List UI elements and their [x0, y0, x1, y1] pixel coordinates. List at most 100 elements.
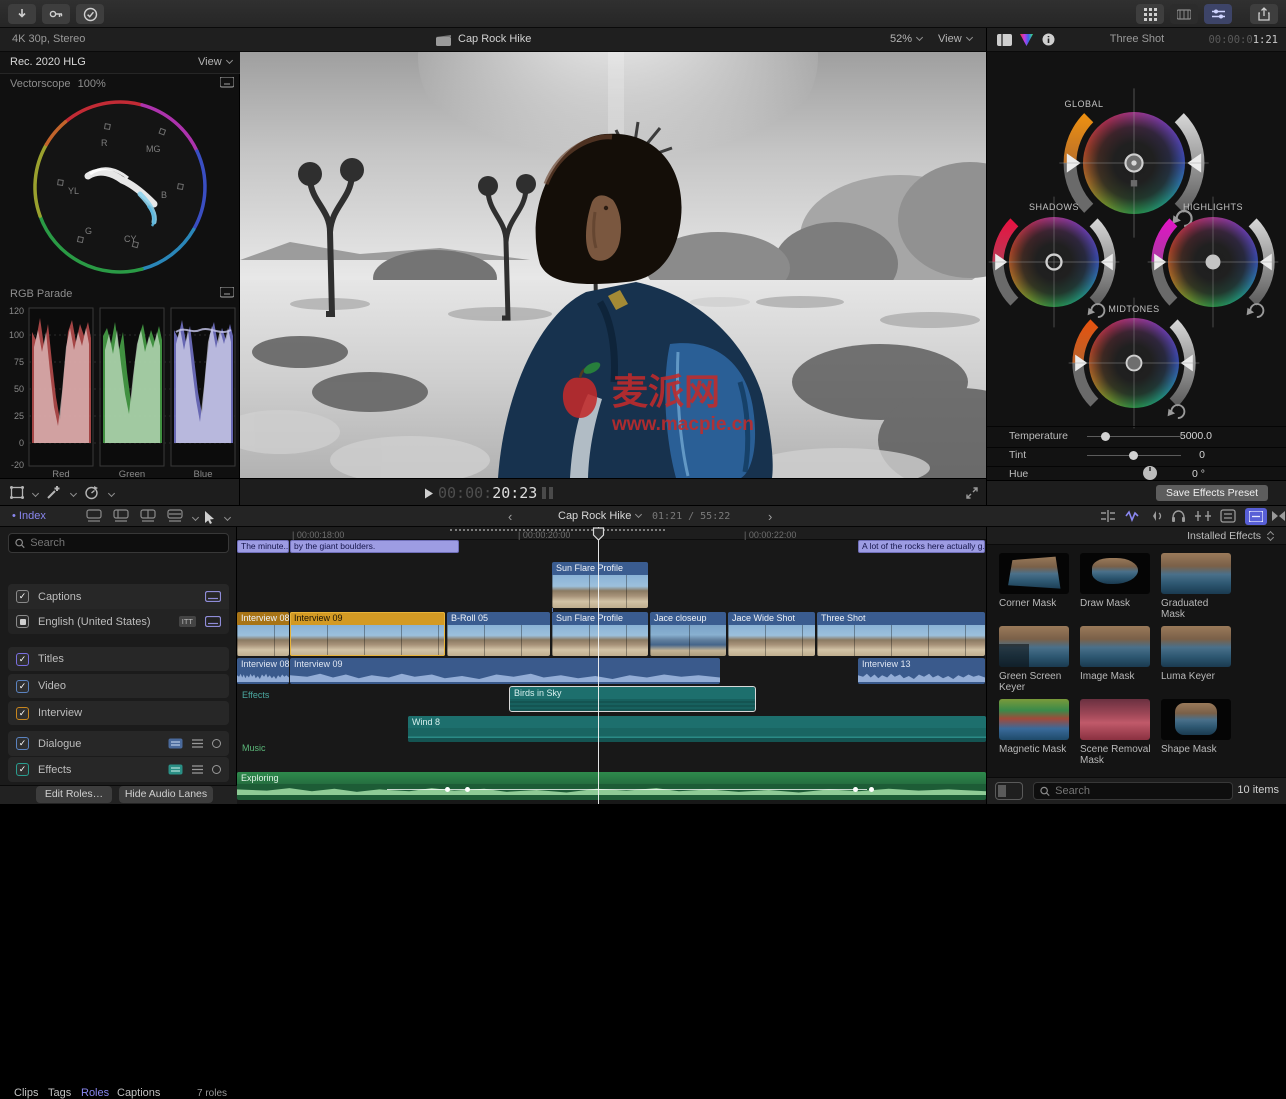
- temperature-value[interactable]: 5000.0: [1142, 430, 1212, 442]
- index-toggle-button[interactable]: • Index: [12, 510, 46, 522]
- effects-checkbox[interactable]: ✓: [16, 763, 29, 776]
- keyframe-dot[interactable]: [853, 787, 858, 792]
- effect-item[interactable]: Image Mask: [1080, 626, 1152, 682]
- keyword-editor-button[interactable]: [42, 4, 70, 24]
- fullscreen-icon[interactable]: [966, 487, 978, 499]
- chevron-down-icon[interactable]: [32, 490, 39, 497]
- clip-appearance-icon[interactable]: [113, 509, 130, 524]
- effect-clip[interactable]: Wind 8: [408, 716, 986, 742]
- effect-item[interactable]: Graduated Mask: [1161, 553, 1233, 620]
- effect-item[interactable]: Magnetic Mask: [999, 699, 1071, 755]
- caption-clip[interactable]: A lot of the rocks here actually g...: [858, 540, 985, 553]
- video-clip[interactable]: Interview 08: [237, 612, 289, 656]
- effect-item[interactable]: Draw Mask: [1080, 553, 1152, 609]
- effect-item[interactable]: Corner Mask: [999, 553, 1071, 609]
- video-clip[interactable]: Sun Flare Profile: [552, 612, 648, 656]
- effect-item[interactable]: Scene Removal Mask: [1080, 699, 1152, 766]
- role-row-english[interactable]: English (United States) ITT: [8, 609, 229, 634]
- video-clip-selected[interactable]: Interview 09: [290, 612, 445, 656]
- hue-value[interactable]: 0 °: [1135, 468, 1205, 480]
- effect-clip-selected[interactable]: Birds in Sky: [510, 687, 755, 711]
- effect-item[interactable]: Shape Mask: [1161, 699, 1233, 755]
- effects-browser-button[interactable]: [1245, 508, 1267, 525]
- temperature-thumb[interactable]: [1101, 432, 1110, 441]
- english-checkbox[interactable]: [16, 615, 29, 628]
- share-button[interactable]: [1250, 4, 1278, 24]
- role-row-effects[interactable]: ✓ Effects: [8, 757, 229, 782]
- playhead[interactable]: [598, 527, 599, 804]
- video-checkbox[interactable]: ✓: [16, 680, 29, 693]
- chevron-down-icon[interactable]: [70, 490, 77, 497]
- effects-search-field[interactable]: [1033, 782, 1233, 800]
- video-clip[interactable]: Three Shot: [817, 612, 985, 656]
- dialogue-checkbox[interactable]: ✓: [16, 737, 29, 750]
- caption-clip[interactable]: The minute...: [237, 540, 289, 553]
- solo-icon[interactable]: [1148, 509, 1164, 523]
- caption-display-icon[interactable]: [205, 616, 221, 627]
- audio-clip[interactable]: Interview 09: [290, 658, 720, 684]
- chevron-down-icon[interactable]: [224, 514, 231, 521]
- retime-tool-icon[interactable]: [84, 485, 99, 500]
- browser-layout-button[interactable]: [1136, 4, 1164, 24]
- transform-tool-icon[interactable]: [10, 486, 24, 499]
- focus-icon[interactable]: [212, 765, 221, 774]
- timeline-index-icon[interactable]: [1220, 509, 1236, 523]
- video-clip[interactable]: Jace Wide Shot: [728, 612, 815, 656]
- clip-appearance-icon[interactable]: [167, 509, 184, 524]
- index-search-field[interactable]: [8, 533, 229, 553]
- import-media-button[interactable]: [8, 4, 36, 24]
- transitions-browser-icon[interactable]: [1271, 509, 1286, 523]
- effects-search-input[interactable]: [1055, 785, 1226, 797]
- next-project-button[interactable]: ›: [768, 509, 772, 524]
- effect-item[interactable]: Green Screen Keyer: [999, 626, 1071, 693]
- connected-clip-sun-flare[interactable]: Sun Flare Profile: [552, 562, 648, 608]
- scopes-view-menu[interactable]: View: [198, 56, 232, 68]
- background-tasks-button[interactable]: [76, 4, 104, 24]
- headphones-icon[interactable]: [1171, 509, 1186, 523]
- role-row-titles[interactable]: ✓ Titles: [8, 647, 229, 671]
- effect-item[interactable]: Luma Keyer: [1161, 626, 1233, 682]
- caption-display-icon[interactable]: [205, 591, 221, 602]
- tab-captions[interactable]: Captions: [117, 1087, 160, 1099]
- caption-clip[interactable]: by the giant boulders.: [290, 540, 459, 553]
- timeline[interactable]: | 00:00:18:00 | 00:00:20:00 | 00:00:22:0…: [237, 527, 986, 804]
- select-tool-icon[interactable]: [204, 510, 215, 524]
- role-row-interview[interactable]: ✓ Interview: [8, 701, 229, 725]
- edit-roles-button[interactable]: Edit Roles…: [36, 786, 112, 803]
- sidebar-toggle-button[interactable]: [995, 782, 1023, 800]
- chevron-down-icon[interactable]: [108, 490, 115, 497]
- keyframe-dot[interactable]: [869, 787, 874, 792]
- inspector-toggle-button[interactable]: [1204, 4, 1232, 24]
- tab-tags[interactable]: Tags: [48, 1087, 71, 1099]
- video-clip[interactable]: Jace closeup: [650, 612, 726, 656]
- previous-project-button[interactable]: ‹: [508, 509, 512, 524]
- focus-icon[interactable]: [212, 739, 221, 748]
- lane-list-icon[interactable]: [192, 765, 203, 774]
- lane-list-icon[interactable]: [192, 739, 203, 748]
- tab-clips[interactable]: Clips: [14, 1087, 38, 1099]
- chevron-down-icon[interactable]: [192, 514, 199, 521]
- keyframe-dot[interactable]: [465, 787, 470, 792]
- audio-meters[interactable]: [542, 487, 546, 499]
- play-button[interactable]: [424, 488, 434, 499]
- scope-display-icon[interactable]: [220, 287, 234, 299]
- audio-lanes-icon[interactable]: [168, 738, 183, 749]
- effects-category-menu[interactable]: Installed Effects: [1187, 530, 1261, 542]
- audio-meters[interactable]: [549, 487, 553, 499]
- clip-appearance-icon[interactable]: [140, 509, 157, 524]
- audio-clip[interactable]: Interview 13: [858, 658, 985, 684]
- role-row-video[interactable]: ✓ Video: [8, 674, 229, 698]
- clip-appearance-icon[interactable]: [86, 509, 103, 524]
- video-clip[interactable]: B-Roll 05: [447, 612, 550, 656]
- timeline-layout-button[interactable]: [1170, 4, 1198, 24]
- role-row-dialogue[interactable]: ✓ Dialogue: [8, 731, 229, 756]
- effects-wand-icon[interactable]: [46, 485, 61, 500]
- tab-roles[interactable]: Roles: [81, 1087, 109, 1099]
- audio-skimming-icon[interactable]: [1124, 509, 1140, 523]
- music-clip[interactable]: Exploring: [237, 772, 986, 800]
- titles-checkbox[interactable]: ✓: [16, 653, 29, 666]
- audio-clip[interactable]: Interview 08: [237, 658, 289, 684]
- role-row-captions[interactable]: ✓ Captions: [8, 584, 229, 609]
- viewer-view-menu[interactable]: View: [938, 33, 972, 45]
- project-menu[interactable]: Cap Rock Hike: [558, 510, 641, 522]
